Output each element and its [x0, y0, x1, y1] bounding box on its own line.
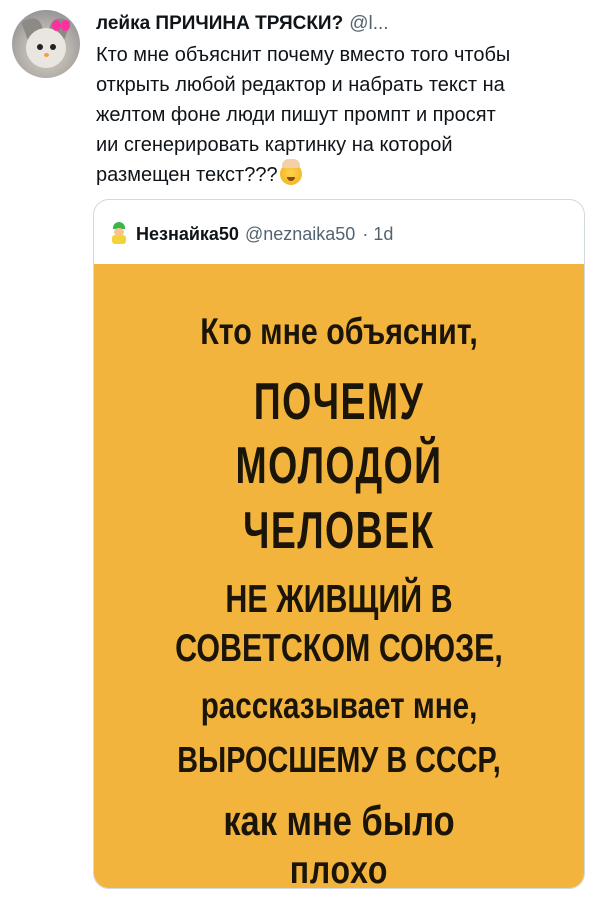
poster-line: СОВЕТСКОМ СОЮЗЕ,: [175, 627, 503, 670]
quoted-tweet-card[interactable]: Незнайка50 @neznaika50 · 1d Кто мне объяс…: [93, 199, 585, 889]
avatar-nose: [44, 53, 49, 57]
tweet: лейка ПРИЧИНА ТРЯСКИ? @l... Кто мне объяс…: [0, 0, 599, 900]
quoted-author-display-name[interactable]: Незнайка50: [136, 224, 239, 244]
quoted-tweet-header: Незнайка50 @neznaika50 · 1d: [110, 222, 393, 246]
avatar[interactable]: [12, 10, 80, 78]
avatar-eye-right: [50, 44, 56, 50]
poster-line: НЕ ЖИВЩИЙ В: [225, 578, 453, 621]
tweet-text-line: ии сгенерировать картинку на которой: [96, 134, 453, 156]
avatar-bow: [52, 20, 70, 32]
avatar-body: [112, 235, 126, 244]
poster-line: Кто мне объяснит,: [200, 311, 478, 352]
tweet-text-line: желтом фоне люди пишут промпт и просят: [96, 104, 496, 126]
poster-line: ПОЧЕМУ: [253, 373, 425, 431]
quoted-tweet-time[interactable]: · 1d: [362, 224, 393, 244]
quoted-image[interactable]: Кто мне объяснит, ПОЧЕМУ МОЛОДОЙ ЧЕЛОВЕК…: [94, 264, 584, 888]
author-display-name[interactable]: лейка ПРИЧИНА ТРЯСКИ?: [96, 13, 343, 34]
tweet-text-line: открыть любой редактор и набрать текст н…: [96, 74, 505, 96]
avatar-eye-left: [37, 44, 43, 50]
tweet-header: лейка ПРИЧИНА ТРЯСКИ? @l...: [96, 12, 389, 36]
poster-line: плохо: [289, 849, 389, 889]
exploding-head-emoji-icon: [279, 159, 302, 185]
tweet-text: Кто мне объяснит почему вместо того чтоб…: [96, 40, 586, 190]
quoted-author-handle[interactable]: @neznaika50: [245, 224, 355, 244]
tweet-text-line: Кто мне объяснит почему вместо того чтоб…: [96, 44, 511, 66]
poster-line: ЧЕЛОВЕК: [243, 502, 435, 560]
tweet-text-last: размещен текст???: [96, 164, 278, 186]
tweet-text-line-last: размещен текст???: [96, 159, 586, 190]
poster-line: как мне было: [223, 797, 455, 844]
author-handle[interactable]: @l...: [349, 13, 388, 34]
poster-line: МОЛОДОЙ: [235, 437, 443, 495]
avatar-face: [26, 28, 66, 68]
quoted-author-avatar-icon[interactable]: [110, 222, 128, 244]
poster-line: ВЫРОСШЕМУ В СССР,: [177, 739, 501, 780]
poster-line: рассказывает мне,: [200, 685, 478, 726]
